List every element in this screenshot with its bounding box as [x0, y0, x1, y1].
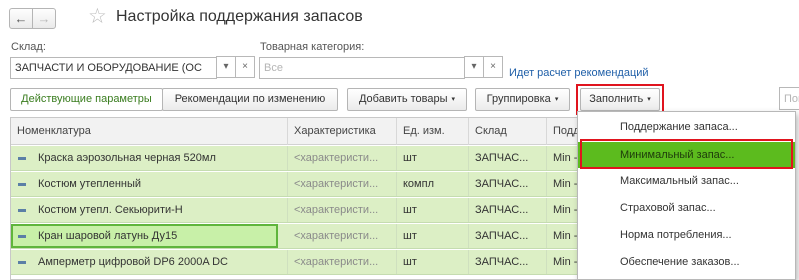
row-name: Кран шаровой латунь Ду15 [38, 230, 178, 242]
row-characteristic: <характеристи... [288, 146, 397, 170]
warehouse-value: ЗАПЧАСТИ И ОБОРУДОВАНИЕ (ОС [15, 62, 202, 74]
row-unit: компл [397, 172, 469, 196]
minimum-stock-highlight [580, 139, 793, 169]
row-unit: шт [397, 146, 469, 170]
row-characteristic: <характеристи... [288, 250, 397, 274]
forward-arrow-icon[interactable]: → [32, 8, 56, 29]
search-placeholder: Пои [784, 93, 799, 105]
minus-icon [18, 208, 26, 212]
warehouse-label: Склад: [11, 41, 46, 53]
title-bar: ← → ☆ Настройка поддержания запасов [0, 0, 799, 36]
menu-item-consumption-rate[interactable]: Норма потребления... [578, 222, 795, 248]
warehouse-field[interactable]: ЗАПЧАСТИ И ОБОРУДОВАНИЕ (ОС [10, 57, 217, 79]
row-unit: шт [397, 198, 469, 222]
row-warehouse: ЗАПЧАС... [469, 146, 547, 170]
minus-icon [18, 260, 26, 264]
column-header-characteristic[interactable]: Характеристика [288, 118, 397, 145]
row-characteristic: <характеристи... [288, 198, 397, 222]
row-name: Краска аэрозольная черная 520мл [38, 152, 216, 164]
recommendation-status-link[interactable]: Идет расчет рекомендаций [509, 67, 649, 79]
row-warehouse: ЗАПЧАС... [469, 172, 547, 196]
row-characteristic: <характеристи... [288, 172, 397, 196]
warehouse-dropdown-icon[interactable]: ▾ [216, 56, 236, 78]
fill-dropdown-menu: Поддержание запаса... Минимальный запас.… [577, 111, 796, 280]
warehouse-clear-icon[interactable]: × [235, 56, 255, 78]
back-arrow-icon[interactable]: ← [9, 8, 33, 29]
row-warehouse: ЗАПЧАС... [469, 198, 547, 222]
add-goods-button[interactable]: Добавить товары ▾ [347, 88, 467, 111]
menu-item-maximum-stock[interactable]: Максимальный запас... [578, 168, 795, 194]
row-unit: шт [397, 250, 469, 274]
search-input[interactable]: Пои [779, 87, 799, 110]
minus-icon [18, 182, 26, 186]
category-clear-icon[interactable]: × [483, 56, 503, 78]
grouping-label: Группировка [486, 93, 551, 105]
category-dropdown-icon[interactable]: ▾ [464, 56, 484, 78]
row-warehouse: ЗАПЧАС... [469, 224, 547, 248]
tab-change-recommendations[interactable]: Рекомендации по изменению [162, 88, 338, 111]
row-name: Амперметр цифровой DP6 2000A DC [38, 256, 228, 268]
page-title: Настройка поддержания запасов [116, 8, 363, 25]
minus-icon [18, 156, 26, 160]
grouping-button[interactable]: Группировка ▾ [475, 88, 570, 111]
menu-item-order-provision[interactable]: Обеспечение заказов... [578, 249, 795, 275]
favorite-star-icon[interactable]: ☆ [88, 5, 107, 29]
menu-item-safety-stock[interactable]: Страховой запас... [578, 195, 795, 221]
category-placeholder: Все [264, 62, 283, 74]
category-label: Товарная категория: [260, 41, 365, 53]
chevron-down-icon: ▾ [451, 96, 456, 103]
category-field[interactable]: Все [259, 57, 465, 79]
row-unit: шт [397, 224, 469, 248]
tab-active-parameters[interactable]: Действующие параметры [10, 88, 163, 111]
minus-icon [18, 234, 26, 238]
row-name: Костюм утепл. Секьюрити-Н [38, 204, 183, 216]
chevron-down-icon: ▾ [554, 96, 559, 103]
column-header-warehouse[interactable]: Склад [469, 118, 547, 145]
row-name: Костюм утепленный [38, 178, 142, 190]
column-header-unit[interactable]: Ед. изм. [397, 118, 469, 145]
row-characteristic: <характеристи... [288, 224, 397, 248]
add-goods-label: Добавить товары [358, 93, 448, 105]
menu-item-stock-maintenance[interactable]: Поддержание запаса... [578, 114, 795, 140]
column-header-nomenclature[interactable]: Номенклатура [11, 118, 288, 145]
row-warehouse: ЗАПЧАС... [469, 250, 547, 274]
